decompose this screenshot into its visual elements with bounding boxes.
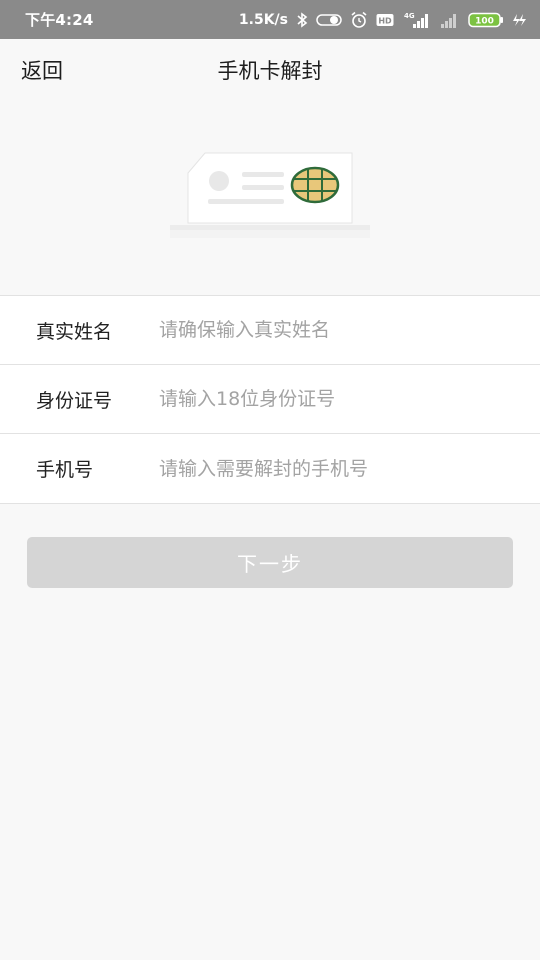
svg-text:4G: 4G: [404, 12, 415, 20]
unlock-form: 真实姓名 身份证号 手机号: [0, 295, 540, 504]
next-button[interactable]: 下一步: [27, 537, 513, 588]
status-icons: 1.5K/s HD 4G 100: [239, 11, 526, 29]
status-time: 下午4:24: [25, 11, 94, 29]
name-input[interactable]: [159, 319, 540, 341]
network-speed: 1.5K/s: [238, 11, 288, 28]
nav-bar: 返回 手机卡解封: [0, 39, 540, 97]
alarm-icon: [350, 11, 368, 29]
sim-card-icon: [160, 145, 380, 245]
svg-text:100: 100: [475, 16, 494, 26]
status-bar: 下午4:24 1.5K/s HD 4G 100: [0, 0, 540, 39]
bluetooth-icon: [296, 11, 308, 28]
signal-icon: 4G: [402, 11, 432, 29]
toggle-icon: [316, 13, 342, 27]
battery-icon: 100: [468, 12, 504, 28]
phone-label: 手机号: [36, 459, 94, 481]
page-title: 手机卡解封: [217, 59, 323, 83]
hd-icon: HD: [376, 13, 394, 27]
name-row: 真实姓名: [0, 296, 540, 365]
id-number-input[interactable]: [159, 388, 540, 410]
id-number-label: 身份证号: [36, 389, 113, 412]
signal-weak-icon: [440, 11, 460, 29]
svg-text:HD: HD: [378, 16, 392, 25]
name-label: 真实姓名: [36, 320, 113, 343]
phone-row: 手机号: [0, 434, 540, 503]
charging-icon: [512, 13, 526, 27]
id-number-row: 身份证号: [0, 365, 540, 434]
phone-input[interactable]: [159, 457, 540, 480]
